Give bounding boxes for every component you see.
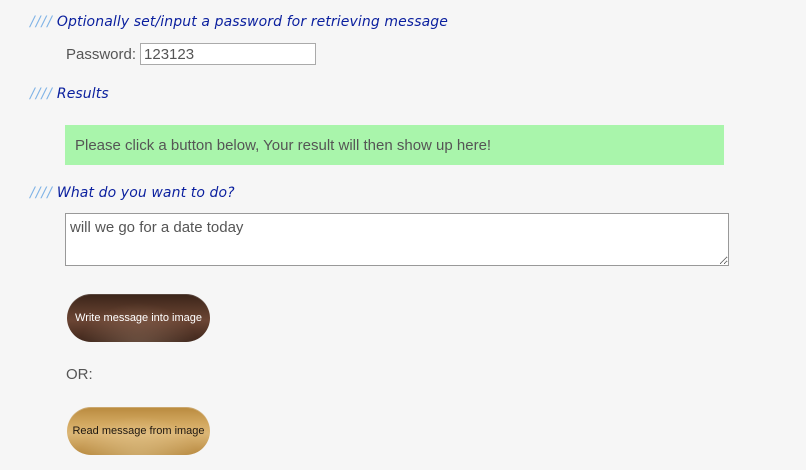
password-section-title: Optionally set/input a password for retr… [56, 14, 448, 30]
password-row: Password: [66, 43, 317, 65]
heading-slashes-decoration: //// [30, 14, 53, 30]
actions-section-heading: ////What do you want to do? [30, 185, 235, 201]
read-message-button[interactable]: Read message from image [67, 407, 210, 455]
password-section-heading: ////Optionally set/input a password for … [30, 14, 448, 30]
message-textarea[interactable]: will we go for a date today [65, 213, 729, 266]
results-section-title: Results [56, 86, 109, 102]
password-label: Password: [66, 45, 137, 63]
result-message-box: Please click a button below, Your result… [65, 125, 724, 165]
result-message-text: Please click a button below, Your result… [75, 136, 492, 154]
write-message-button[interactable]: Write message into image [67, 294, 210, 342]
results-section-heading: ////Results [30, 86, 109, 102]
or-label: OR: [66, 366, 93, 383]
password-input[interactable] [140, 43, 317, 65]
heading-slashes-decoration: //// [30, 185, 53, 201]
heading-slashes-decoration: //// [30, 86, 53, 102]
actions-section-title: What do you want to do? [56, 185, 235, 201]
